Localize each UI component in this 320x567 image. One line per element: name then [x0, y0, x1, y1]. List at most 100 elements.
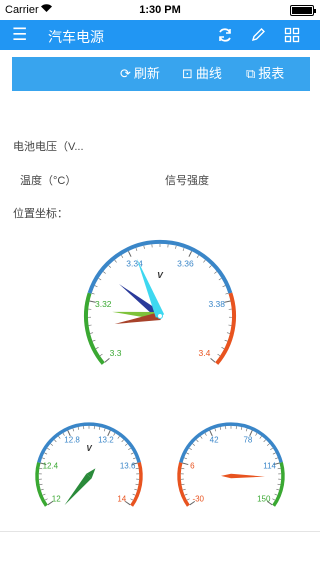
gauge-tick-mark [39, 483, 43, 486]
gauge-tick-mark [175, 245, 177, 249]
gauge-unit-label: V [157, 270, 164, 280]
chart-icon: ⊡ [182, 66, 193, 81]
report-icon: ⧉ [246, 66, 256, 81]
gauge-tick-mark [196, 439, 199, 443]
gauge-tick-mark [274, 493, 278, 496]
pencil-icon[interactable] [248, 25, 268, 45]
nav-bar: ☰ 汽车电源 [0, 20, 320, 50]
gauge-tick-label: 3.4 [199, 348, 211, 358]
curve-button[interactable]: ⊡ 曲线 [182, 65, 222, 83]
gauge-tick-mark [255, 432, 258, 436]
curve-button-label: 曲线 [195, 66, 222, 81]
gauge-tick-label: -30 [192, 495, 204, 504]
gauge-tick-mark [77, 426, 80, 430]
gauge-tick-mark [218, 278, 222, 281]
gauge-tick-mark [270, 447, 273, 450]
gauge-tick-mark [114, 259, 117, 263]
gauge-tick-mark [94, 285, 98, 288]
gauge-tick-mark [40, 488, 44, 491]
gauge-tick-mark [50, 443, 53, 446]
gauge-tick-mark [143, 245, 145, 249]
gauge-needle-tail [221, 473, 232, 479]
gauge-tick-mark [200, 435, 203, 439]
gauge-tick-label: 13.6 [120, 461, 136, 470]
gauge-tick-mark [192, 443, 195, 446]
report-button-label: 报表 [258, 66, 285, 81]
gauge-tick-label: 78 [243, 435, 252, 444]
gauge-tick-mark [98, 426, 101, 430]
gauge-tick-label: 42 [210, 435, 219, 444]
gauge-tick-mark [274, 457, 278, 460]
gauge-tick-mark [130, 498, 134, 501]
gauge-tick-mark [47, 447, 50, 450]
gauge-tick-label: 14 [117, 495, 126, 504]
temperature-gauge-svg: -30 6 42 78 114 150 [177, 422, 285, 507]
small-voltage-gauge-svg: 12 12.4 12.8 13.2 13.6 14 V [35, 422, 143, 507]
gauge-tick-mark [92, 339, 96, 342]
gauge-tick-mark [117, 435, 120, 439]
gauge-tick-label: 12.8 [64, 435, 80, 444]
gauge-tick-mark [272, 498, 276, 501]
gauge-tick-mark [240, 426, 243, 430]
gauge-tick-mark [103, 428, 106, 432]
gauge-tick-mark [267, 443, 270, 446]
gauge-tick-mark [44, 452, 48, 455]
gauge-tick-mark [44, 498, 48, 501]
gauge-tick-mark [214, 271, 217, 274]
menu-icon[interactable]: ☰ [12, 25, 27, 45]
gauge-tick-mark [203, 259, 206, 263]
gauge-hub [157, 313, 163, 319]
battery-icon [290, 5, 316, 16]
gauge-tick-mark [135, 248, 138, 252]
gauge-tick-mark [90, 332, 94, 334]
gauge-tick-mark [188, 251, 193, 257]
gauge-tick-mark [113, 432, 116, 436]
refresh-small-icon: ⟳ [120, 66, 131, 81]
position-label: 位置坐标： [13, 208, 68, 220]
gauge-tick-mark [226, 332, 230, 334]
gauge-tick-mark [72, 428, 75, 432]
gauge-tick-label: 150 [257, 495, 271, 504]
refresh-button-label: 刷新 [133, 66, 160, 81]
gauge-tick-mark [245, 428, 248, 432]
gauge-tick-mark [272, 452, 276, 455]
gauge-tick-label: 3.3 [110, 348, 122, 358]
refresh-icon[interactable] [215, 25, 235, 45]
report-button[interactable]: ⧉ 报表 [246, 65, 284, 83]
gauge-tick-mark [42, 457, 46, 460]
grid-icon[interactable] [282, 25, 302, 45]
gauge-tick-mark [103, 271, 106, 274]
gauge-tick-mark [196, 255, 199, 258]
gauge-tick-mark [225, 292, 229, 295]
gauge-tick-mark [125, 443, 128, 446]
gauge-tick-mark [217, 353, 221, 356]
gauge-unit-label: V [86, 444, 92, 453]
small-voltage-gauge: 12 12.4 12.8 13.2 13.6 14 V [28, 420, 150, 520]
gauge-tick-mark [189, 447, 192, 450]
gauge-tick-mark [277, 483, 281, 486]
gauge-tick-mark [121, 255, 124, 258]
gauge-tick-label: 6 [190, 461, 195, 470]
gauge-tick-label: 3.32 [95, 299, 112, 309]
gauge-tick-mark [121, 439, 124, 443]
gauge-tick-mark [95, 347, 99, 349]
gauge-tick-mark [135, 483, 139, 486]
gauge-tick-label: 114 [263, 461, 276, 470]
gauge-tick-label: 12.4 [43, 461, 59, 470]
gauge-tick-mark [54, 439, 57, 443]
gauge-tick-mark [134, 488, 138, 491]
gauge-tick-mark [184, 493, 188, 496]
gauge-arc-segment [179, 422, 283, 463]
gauge-tick-mark [132, 457, 136, 460]
refresh-button[interactable]: ⟳ 刷新 [120, 65, 160, 83]
gauge-tick-label: 12 [52, 495, 61, 504]
gauge-tick-mark [222, 285, 226, 288]
gauge-tick-mark [91, 292, 95, 295]
gauge-tick-mark [58, 435, 61, 439]
toolbar: ⟳ 刷新 ⊡ 曲线 ⧉ 报表 [12, 57, 310, 91]
gauge-tick-mark [210, 358, 216, 363]
gauge-tick-mark [214, 428, 217, 432]
gauge-tick-label: 3.38 [208, 299, 225, 309]
gauge-tick-mark [182, 488, 186, 491]
status-bar: Carrier 1:30 PM [0, 0, 320, 20]
